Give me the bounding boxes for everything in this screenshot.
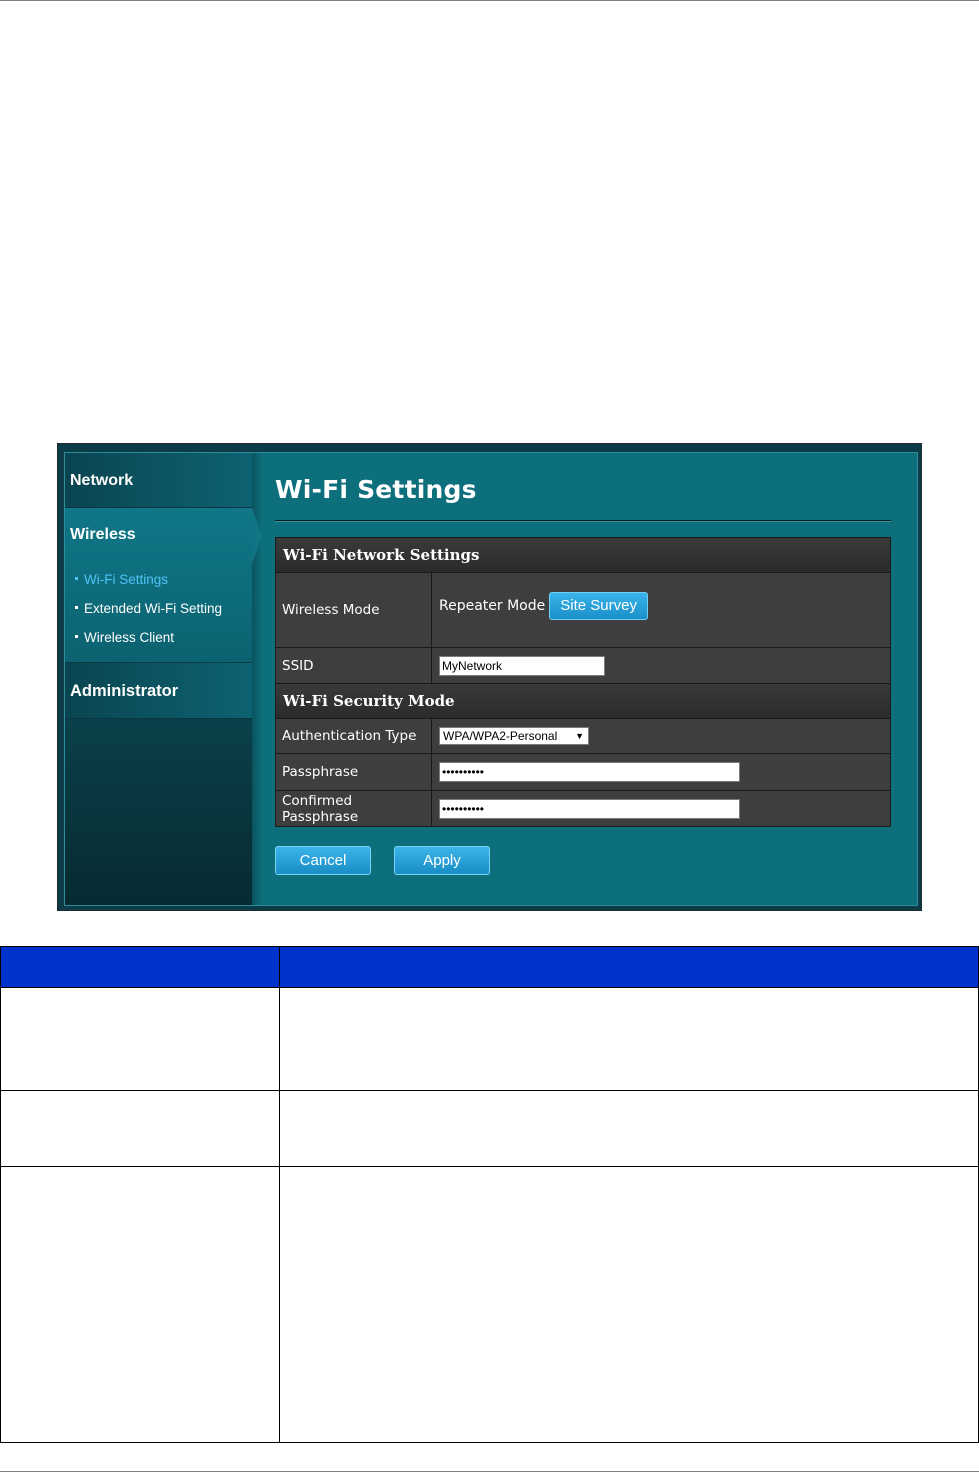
sidebar-item-wifi-settings[interactable]: Wi-Fi Settings	[75, 572, 168, 587]
table-cell	[0, 1090, 280, 1167]
row-confirmed-passphrase: Confirmed Passphrase ••••••••••	[276, 791, 890, 826]
wireless-mode-label: Wireless Mode	[276, 573, 432, 647]
bullet-icon	[75, 605, 78, 609]
sidebar-item-administrator[interactable]: Administrator	[65, 663, 252, 719]
confirmed-passphrase-input[interactable]: ••••••••••	[439, 798, 740, 819]
page-title: Wi-Fi Settings	[275, 475, 477, 504]
sidebar-item-label: Extended Wi-Fi Setting	[84, 601, 223, 616]
title-divider-highlight	[275, 521, 891, 522]
table-cell	[279, 1090, 979, 1167]
passphrase-cell: ••••••••••	[433, 754, 890, 790]
confirmed-passphrase-cell: ••••••••••	[433, 791, 890, 826]
wireless-mode-value-cell: Repeater Mode Site Survey	[433, 573, 890, 647]
authentication-type-select[interactable]: WPA/WPA2-Personal ▼	[439, 727, 589, 745]
cancel-button[interactable]: Cancel	[275, 846, 371, 875]
ssid-value-cell: MyNetwork	[433, 648, 890, 683]
row-passphrase: Passphrase ••••••••••	[276, 754, 890, 791]
table-cell	[0, 1166, 280, 1443]
passphrase-input[interactable]: ••••••••••	[439, 762, 740, 782]
wireless-mode-value: Repeater Mode	[439, 598, 546, 614]
bullet-icon	[75, 634, 78, 638]
row-authentication-type: Authentication Type WPA/WPA2-Personal ▼	[276, 719, 890, 754]
dropdown-caret-icon: ▼	[575, 731, 584, 741]
router-panel: Network Wireless Wi-Fi Settings Extended…	[64, 452, 918, 906]
sidebar-item-wireless-client[interactable]: Wireless Client	[75, 630, 174, 645]
authentication-type-label: Authentication Type	[276, 719, 432, 753]
authentication-type-selected: WPA/WPA2-Personal	[443, 729, 558, 743]
section-header-network: Wi-Fi Network Settings	[276, 538, 890, 573]
sidebar-wireless-label: Wireless	[70, 526, 136, 543]
sidebar-administrator-label: Administrator	[70, 682, 179, 700]
authentication-type-cell: WPA/WPA2-Personal ▼	[433, 719, 890, 753]
section-header-security: Wi-Fi Security Mode	[276, 684, 890, 719]
active-section-arrow-icon	[252, 508, 262, 564]
document-table-header	[0, 946, 979, 988]
row-ssid: SSID MyNetwork	[276, 648, 890, 684]
table-row	[0, 1090, 979, 1167]
table-cell	[279, 1166, 979, 1443]
sidebar: Network Wireless Wi-Fi Settings Extended…	[65, 453, 252, 905]
sidebar-network-label: Network	[70, 472, 134, 489]
sidebar-item-network[interactable]: Network	[65, 453, 252, 508]
document-table	[0, 946, 979, 1443]
sidebar-item-label: Wireless Client	[84, 630, 175, 645]
site-survey-button[interactable]: Site Survey	[549, 592, 648, 620]
sidebar-item-extended-wifi-setting[interactable]: Extended Wi-Fi Setting	[75, 601, 222, 616]
settings-table: Wi-Fi Network Settings Wireless Mode Rep…	[275, 537, 891, 827]
table-row	[0, 987, 979, 1091]
sidebar-item-wireless[interactable]: Wireless Wi-Fi Settings Extended Wi-Fi S…	[65, 508, 252, 663]
table-row	[0, 1166, 979, 1443]
confirmed-passphrase-label: Confirmed Passphrase	[276, 791, 432, 826]
page-bottom-rule	[0, 1471, 979, 1472]
ssid-input[interactable]: MyNetwork	[439, 655, 605, 676]
passphrase-label: Passphrase	[276, 754, 432, 790]
document-header-cell	[0, 946, 280, 988]
table-cell	[0, 987, 280, 1091]
sidebar-item-label: Wi-Fi Settings	[84, 572, 169, 587]
apply-button[interactable]: Apply	[394, 846, 490, 875]
router-screenshot: Network Wireless Wi-Fi Settings Extended…	[57, 443, 922, 911]
page-top-rule	[0, 0, 979, 1]
ssid-label: SSID	[276, 648, 432, 683]
document-header-cell	[279, 946, 979, 988]
table-cell	[279, 987, 979, 1091]
bullet-icon	[75, 576, 78, 580]
row-wireless-mode: Wireless Mode Repeater Mode Site Survey	[276, 573, 890, 648]
